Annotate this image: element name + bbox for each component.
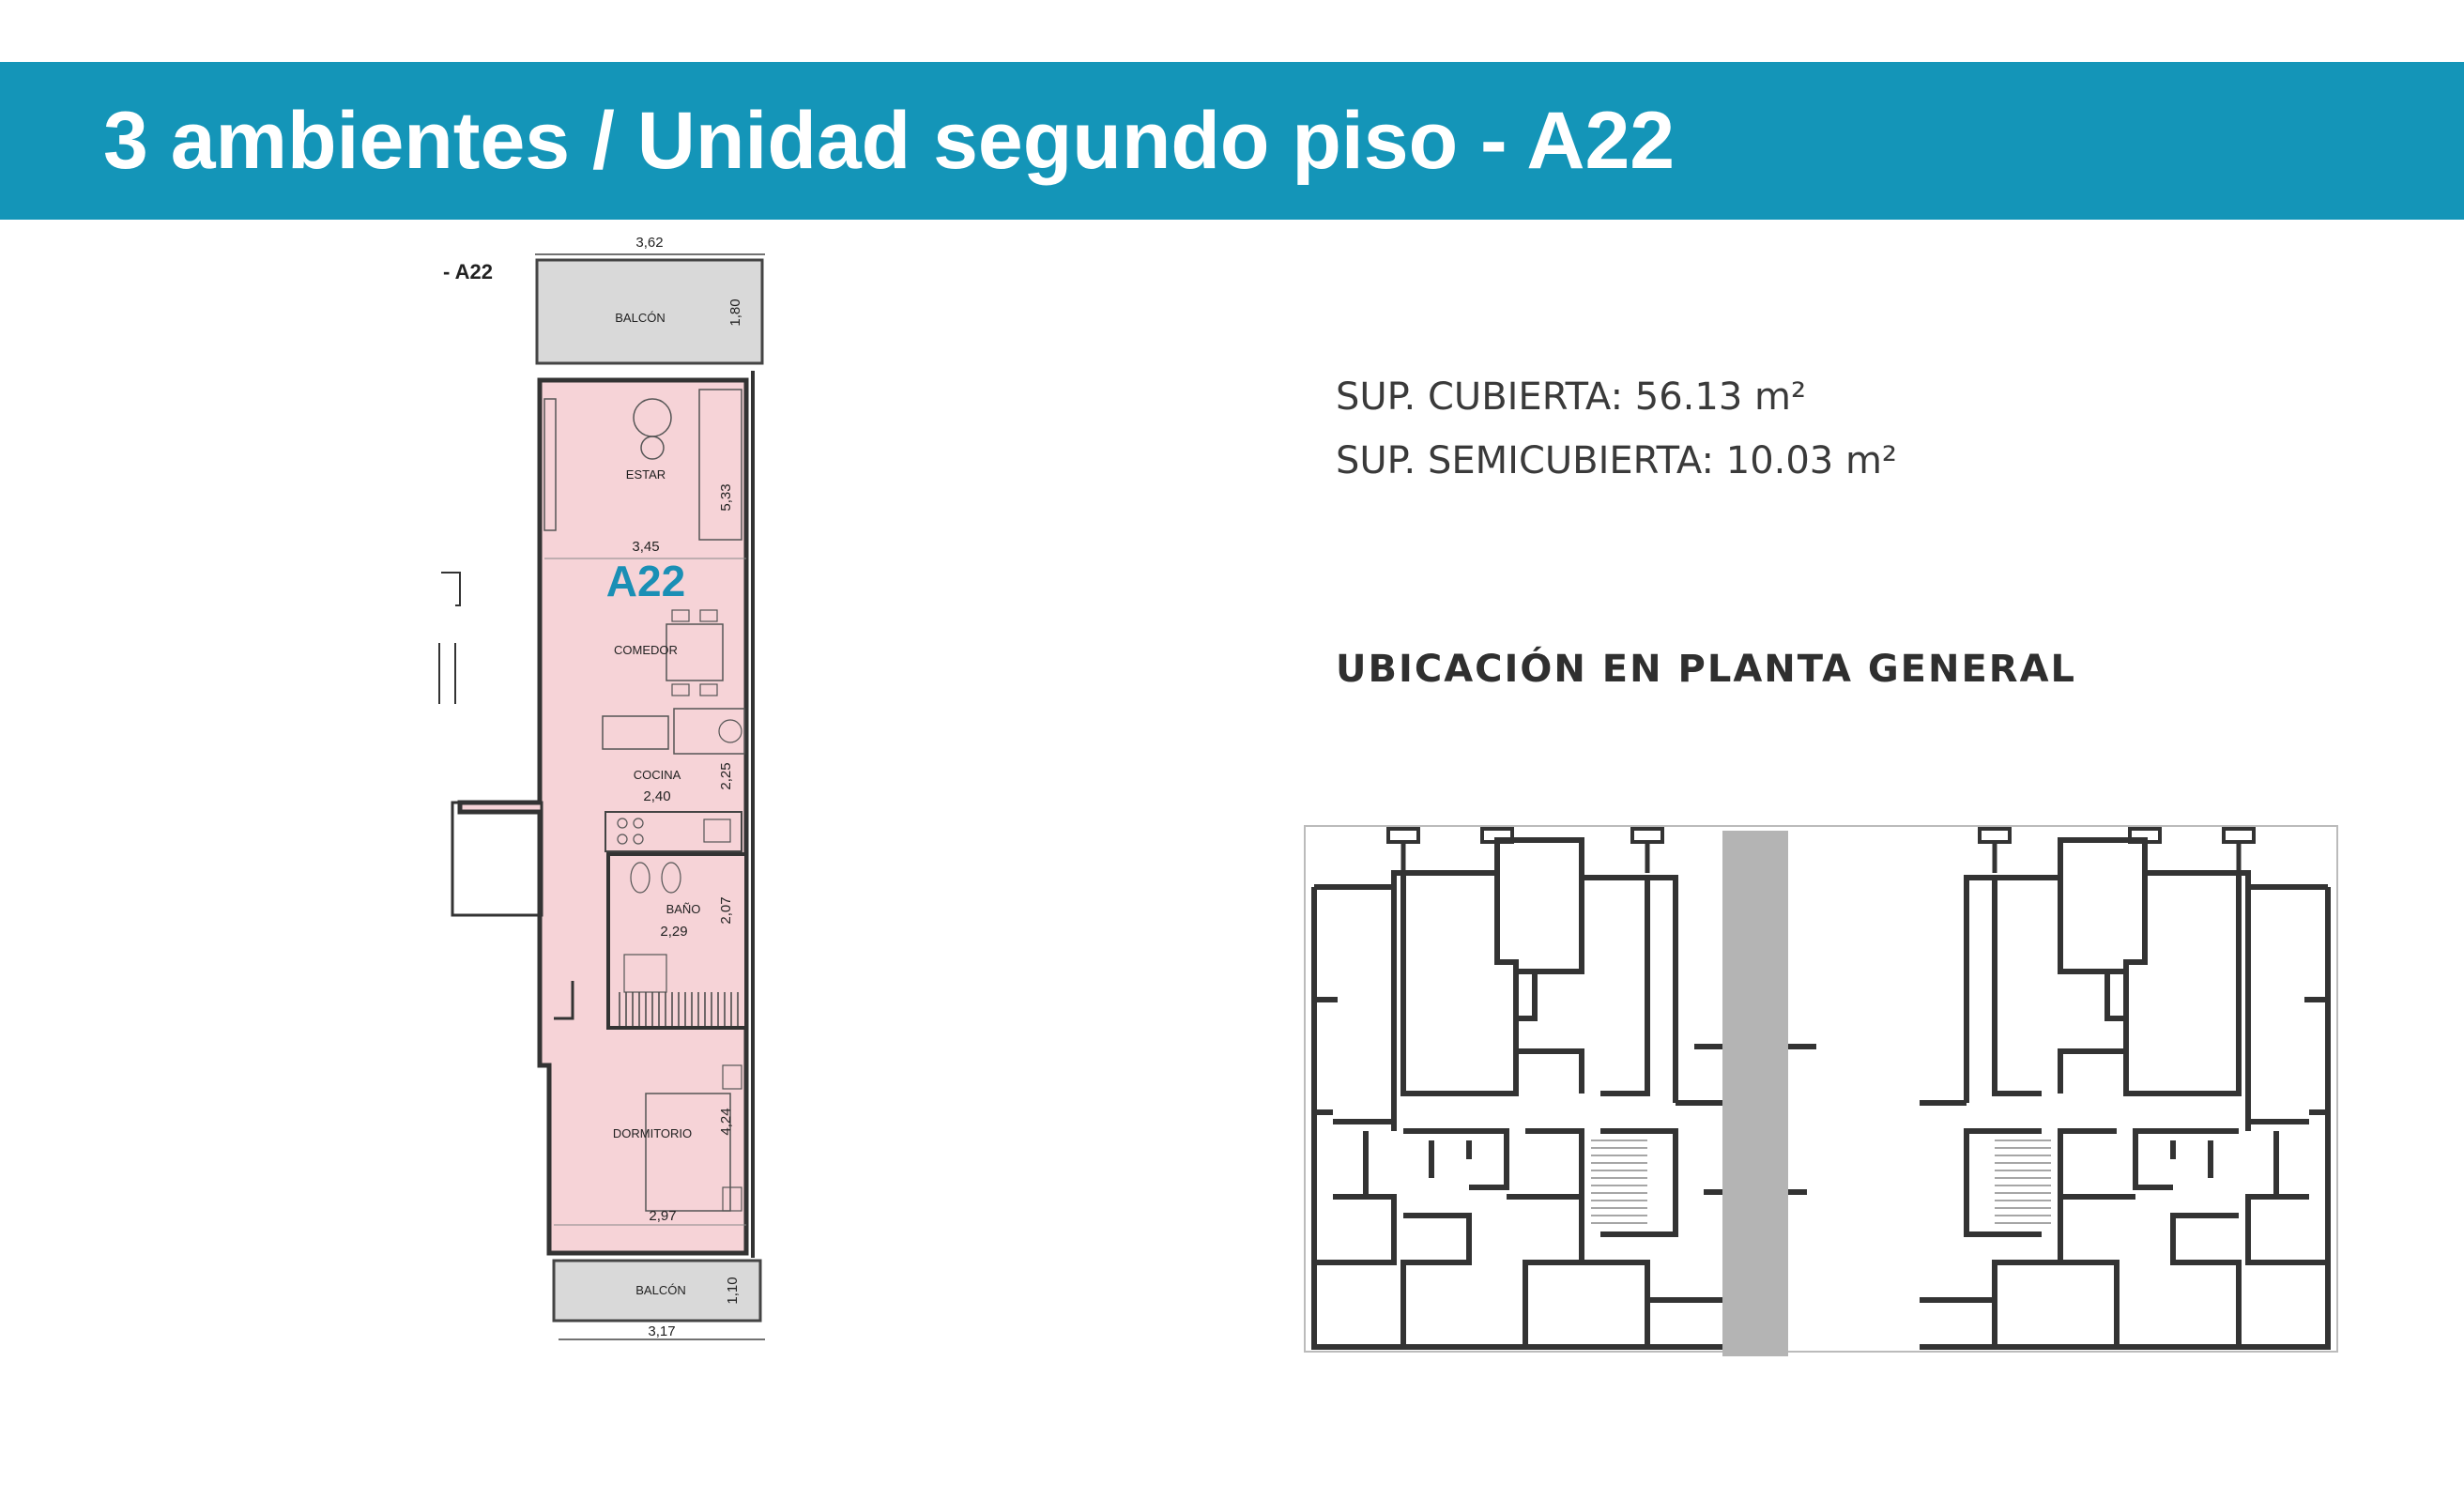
sup-cubierta: SUP. CUBIERTA: 56.13 m² [1336, 375, 1806, 419]
dim-estar-depth: 5,33 [718, 483, 734, 511]
dim-bano-depth: 2,07 [718, 896, 734, 924]
room-label-cocina: COCINA [634, 768, 681, 782]
room-label-dormitorio: DORMITORIO [613, 1126, 692, 1140]
room-label-bano: BAÑO [666, 902, 701, 916]
dim-estar-width: 3,45 [632, 539, 659, 555]
dim-bano-width: 2,29 [660, 924, 687, 940]
central-core [1722, 831, 1788, 1356]
dim-cocina-width: 2,40 [643, 788, 670, 804]
neighbour-wall-stub [438, 572, 461, 704]
dim-dorm-width: 2,97 [649, 1208, 676, 1224]
unit-label: A22 [606, 557, 685, 605]
room-label-balcon-top: BALCÓN [615, 311, 665, 325]
location-title: UBICACIÓN EN PLANTA GENERAL [1336, 648, 2077, 691]
sup-semicubierta: SUP. SEMICUBIERTA: 10.03 m² [1336, 439, 1897, 482]
slab-outline [1304, 825, 2338, 1353]
dim-cocina-depth: 2,25 [718, 762, 734, 789]
dim-balcon-top: 1,80 [727, 298, 743, 326]
entry-corridor [451, 801, 543, 917]
dim-dorm-depth: 4,24 [718, 1108, 734, 1135]
room-label-comedor: COMEDOR [614, 643, 678, 657]
unit-floor-plan: - A22 3,62 BALCÓN 1,80 ESTAR 5,33 3,45 A… [438, 235, 765, 1340]
general-floor-plan [1304, 825, 2338, 1356]
header-banner: 3 ambientes / Unidad segundo piso - A22 [0, 62, 2464, 220]
room-label-balcon-bottom: BALCÓN [635, 1283, 685, 1297]
room-label-estar: ESTAR [626, 467, 666, 482]
plan-tag: - A22 [443, 260, 493, 283]
page-title: 3 ambientes / Unidad segundo piso - A22 [103, 96, 1676, 186]
dim-bottom-width: 3,17 [648, 1323, 675, 1339]
unit-area [457, 377, 749, 1256]
bathroom-walls [606, 852, 748, 1030]
dim-top-width: 3,62 [635, 235, 663, 251]
dim-balcon-bottom: 1,10 [725, 1277, 741, 1304]
